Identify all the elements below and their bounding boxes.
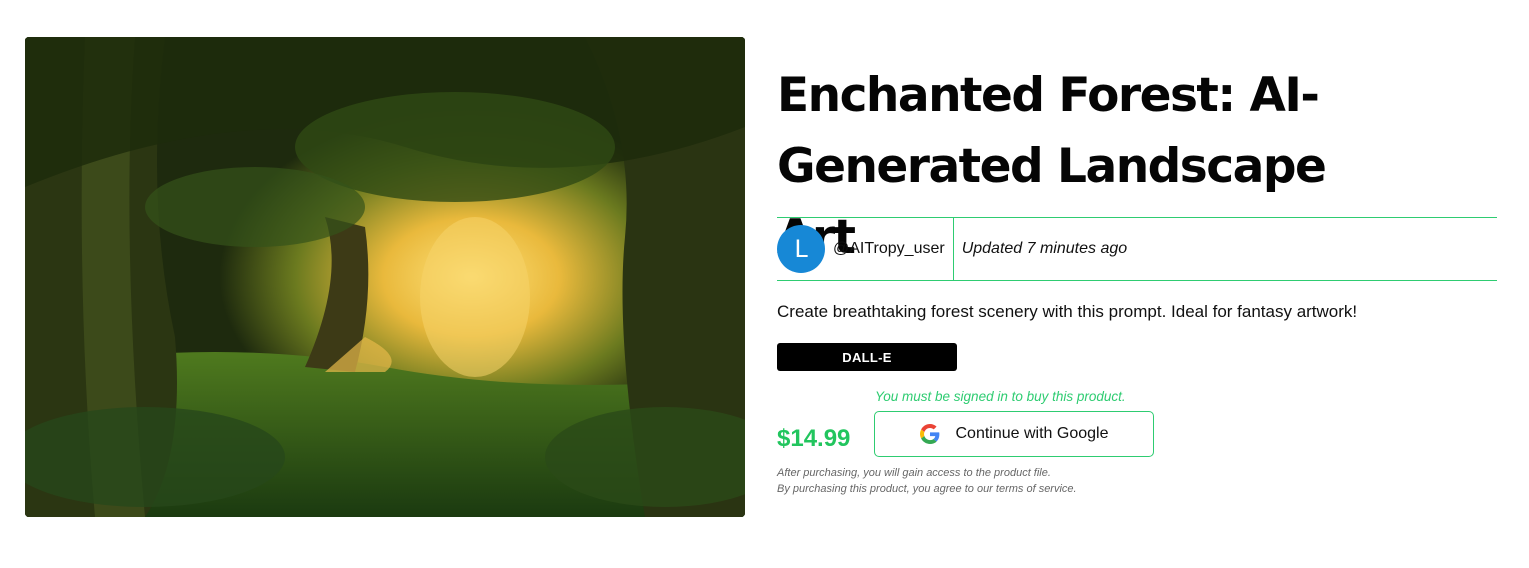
forest-artwork-image (25, 37, 745, 517)
author-info[interactable]: L @AITropy_user (777, 218, 954, 280)
continue-with-google-button[interactable]: Continue with Google (874, 411, 1154, 457)
model-tag-badge: DALL-E (777, 343, 957, 371)
product-details: Enchanted Forest: AI-Generated Landscape… (777, 60, 1497, 495)
fineprint-terms: By purchasing this product, you agree to… (777, 483, 1077, 495)
signin-required-note: You must be signed in to buy this produc… (875, 389, 1126, 404)
author-username[interactable]: @AITropy_user (833, 240, 945, 258)
avatar[interactable]: L (777, 225, 825, 273)
author-row: L @AITropy_user Updated 7 minutes ago (777, 217, 1497, 281)
purchase-fineprint: After purchasing, you will gain access t… (777, 465, 1077, 497)
google-icon (919, 424, 939, 444)
product-description: Create breathtaking forest scenery with … (777, 302, 1358, 321)
google-button-label: Continue with Google (955, 425, 1109, 442)
updated-timestamp: Updated 7 minutes ago (961, 240, 1128, 257)
product-price: $14.99 (777, 425, 851, 452)
fineprint-access: After purchasing, you will gain access t… (777, 467, 1051, 479)
product-image (25, 37, 745, 517)
product-page: Enchanted Forest: AI-Generated Landscape… (0, 0, 1529, 568)
